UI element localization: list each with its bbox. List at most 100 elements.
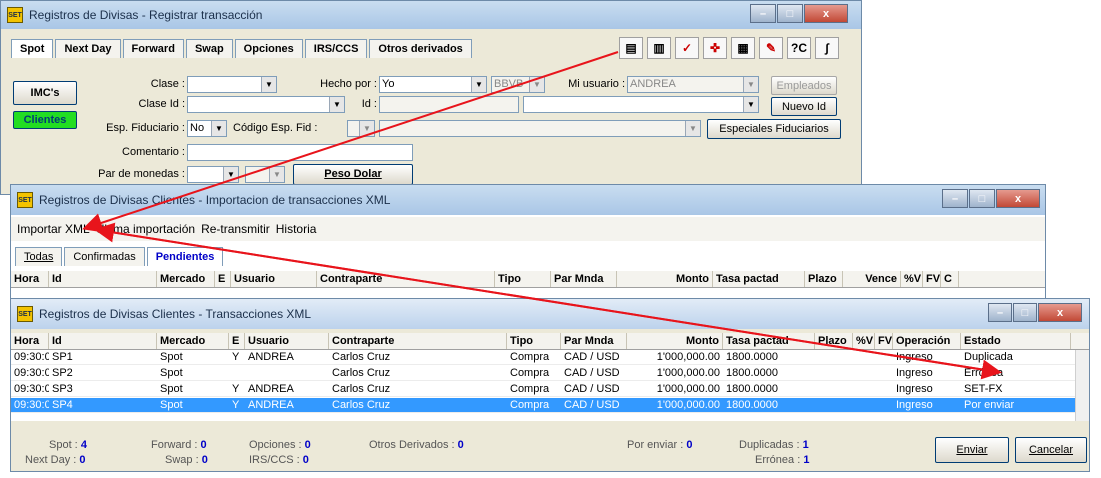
comentario-input[interactable] [187, 144, 413, 161]
clientes-button[interactable]: Clientes [13, 111, 77, 129]
hecho-por-select[interactable]: Yo ▼ [379, 76, 487, 93]
col-plazo[interactable]: Plazo [815, 333, 853, 349]
col-hora[interactable]: Hora [11, 333, 49, 349]
col-monto[interactable]: Monto [617, 271, 713, 287]
maximize-button[interactable]: □ [969, 189, 995, 208]
cell-id: SP3 [52, 383, 73, 395]
cell-tasa: 1800.0000 [726, 367, 778, 379]
col-e[interactable]: E [215, 271, 231, 287]
col-tipo[interactable]: Tipo [507, 333, 561, 349]
peso-dolar-button[interactable]: Peso Dolar [293, 164, 413, 185]
col-contraparte[interactable]: Contraparte [329, 333, 507, 349]
maximize-button[interactable]: □ [777, 4, 803, 23]
col-tasa-pactad[interactable]: Tasa pactad [713, 271, 805, 287]
close-button[interactable]: x [1038, 303, 1082, 322]
col-id[interactable]: Id [49, 333, 157, 349]
check-icon[interactable]: ✓ [675, 37, 699, 59]
tab-todas[interactable]: Todas [15, 247, 63, 266]
cell-contraparte: Carlos Cruz [332, 383, 391, 395]
esp-fiduciario-select[interactable]: No ▼ [187, 120, 227, 137]
close-button[interactable]: x [996, 189, 1040, 208]
tab-opciones[interactable]: Opciones [234, 39, 303, 58]
cell-par: CAD / USD [564, 399, 620, 411]
enviar-button[interactable]: Enviar [935, 437, 1009, 463]
col-pct-v[interactable]: %V [901, 271, 923, 287]
transfer-icon[interactable]: ✜ [703, 37, 727, 59]
close-button[interactable]: x [804, 4, 848, 23]
maximize-button[interactable]: □ [1013, 303, 1037, 322]
tab-confirmadas[interactable]: Confirmadas [64, 247, 145, 266]
document-icon[interactable]: ▥ [647, 37, 671, 59]
table-row[interactable]: 09:30:00SP1 Spot Y ANDREA Carlos Cruz Compra C… [11, 350, 1075, 365]
clase-select[interactable]: ▼ [187, 76, 277, 93]
imc-button[interactable]: IMC's [13, 81, 77, 105]
cell-tasa: 1800.0000 [726, 351, 778, 363]
col-c[interactable]: C [941, 271, 959, 287]
cell-hora: 09:30:00 [14, 399, 49, 411]
cell-monto: 1'000,000.00 [656, 399, 720, 411]
cancelar-button[interactable]: Cancelar [1015, 437, 1087, 463]
calculator-icon[interactable]: ▦ [731, 37, 755, 59]
cell-tipo: Compra [510, 399, 550, 411]
minimize-button[interactable]: – [750, 4, 776, 23]
id-select[interactable]: ▼ [523, 96, 759, 113]
col-tasa-pactad[interactable]: Tasa pactad [723, 333, 815, 349]
table-row[interactable]: 09:30:00SP4 Spot Y ANDREA Carlos Cruz Compra C… [11, 398, 1075, 413]
vertical-scrollbar[interactable] [1075, 350, 1089, 421]
cell-tasa: 1800.0000 [726, 399, 778, 411]
col-par-mnda[interactable]: Par Mnda [561, 333, 627, 349]
cell-e: Y [232, 399, 240, 411]
tab-next-day[interactable]: Next Day [55, 39, 121, 58]
otros-derivados-count: Otros Derivados : 0 [369, 439, 464, 451]
minimize-button[interactable]: – [942, 189, 968, 208]
col-contraparte[interactable]: Contraparte [317, 271, 495, 287]
tab-forward[interactable]: Forward [122, 39, 184, 58]
cell-usuario: ANDREA [248, 351, 294, 363]
col-pct-v[interactable]: %V [853, 333, 875, 349]
col-id[interactable]: Id [49, 271, 157, 287]
col-monto[interactable]: Monto [627, 333, 723, 349]
par-monedas-label: Par de monedas : [98, 168, 185, 180]
clase-id-select[interactable]: ▼ [187, 96, 345, 113]
tab-otros-derivados[interactable]: Otros derivados [369, 39, 472, 58]
menu-historia[interactable]: Historia [276, 222, 317, 236]
nuevo-id-button[interactable]: Nuevo Id [771, 97, 837, 116]
table-row[interactable]: 09:30:00SP2 Spot Carlos Cruz Compra CAD / US… [11, 366, 1075, 381]
clase-label: Clase : [150, 78, 185, 90]
cell-mercado: Spot [160, 383, 183, 395]
menu-ultima-importacion[interactable]: Ultima importación [96, 222, 195, 236]
tab-spot[interactable]: Spot [11, 39, 54, 58]
col-operacion[interactable]: Operación [893, 333, 961, 349]
report-icon[interactable]: ✎ [759, 37, 783, 59]
tab-pendientes[interactable]: Pendientes [146, 247, 224, 266]
especiales-fiduciarios-button[interactable]: Especiales Fiduciarios [707, 119, 841, 139]
col-plazo[interactable]: Plazo [805, 271, 843, 287]
duplicadas-count: Duplicadas : 1 [739, 439, 809, 451]
col-fv[interactable]: FV [875, 333, 893, 349]
col-vence[interactable]: Vence [843, 271, 901, 287]
cell-empty [815, 366, 853, 380]
col-estado[interactable]: Estado [961, 333, 1071, 349]
table-row[interactable]: 09:30:00SP3 Spot Y ANDREA Carlos Cruz Compra C… [11, 382, 1075, 397]
col-par-mnda[interactable]: Par Mnda [551, 271, 617, 287]
menu-re-transmitir[interactable]: Re-transmitir [201, 222, 270, 236]
tab-irs-ccs[interactable]: IRS/CCS [304, 39, 368, 58]
settings-icon[interactable]: ∫ [815, 37, 839, 59]
cell-operacion: Ingreso [896, 367, 933, 379]
col-e[interactable]: E [229, 333, 245, 349]
import-xml-icon[interactable]: ▤ [619, 37, 643, 59]
empleados-button[interactable]: Empleados [771, 76, 837, 95]
menu-importar-xml[interactable]: Importar XML [17, 222, 90, 236]
moneda-1-select[interactable]: ▼ [187, 166, 239, 183]
minimize-button[interactable]: – [988, 303, 1012, 322]
forward-count: Forward : 0 [151, 439, 207, 451]
col-mercado[interactable]: Mercado [157, 271, 215, 287]
col-hora[interactable]: Hora [11, 271, 49, 287]
col-tipo[interactable]: Tipo [495, 271, 551, 287]
col-mercado[interactable]: Mercado [157, 333, 229, 349]
col-usuario[interactable]: Usuario [231, 271, 317, 287]
col-fv[interactable]: FV [923, 271, 941, 287]
col-usuario[interactable]: Usuario [245, 333, 329, 349]
currency-icon[interactable]: ?C [787, 37, 811, 59]
tab-swap[interactable]: Swap [185, 39, 233, 58]
